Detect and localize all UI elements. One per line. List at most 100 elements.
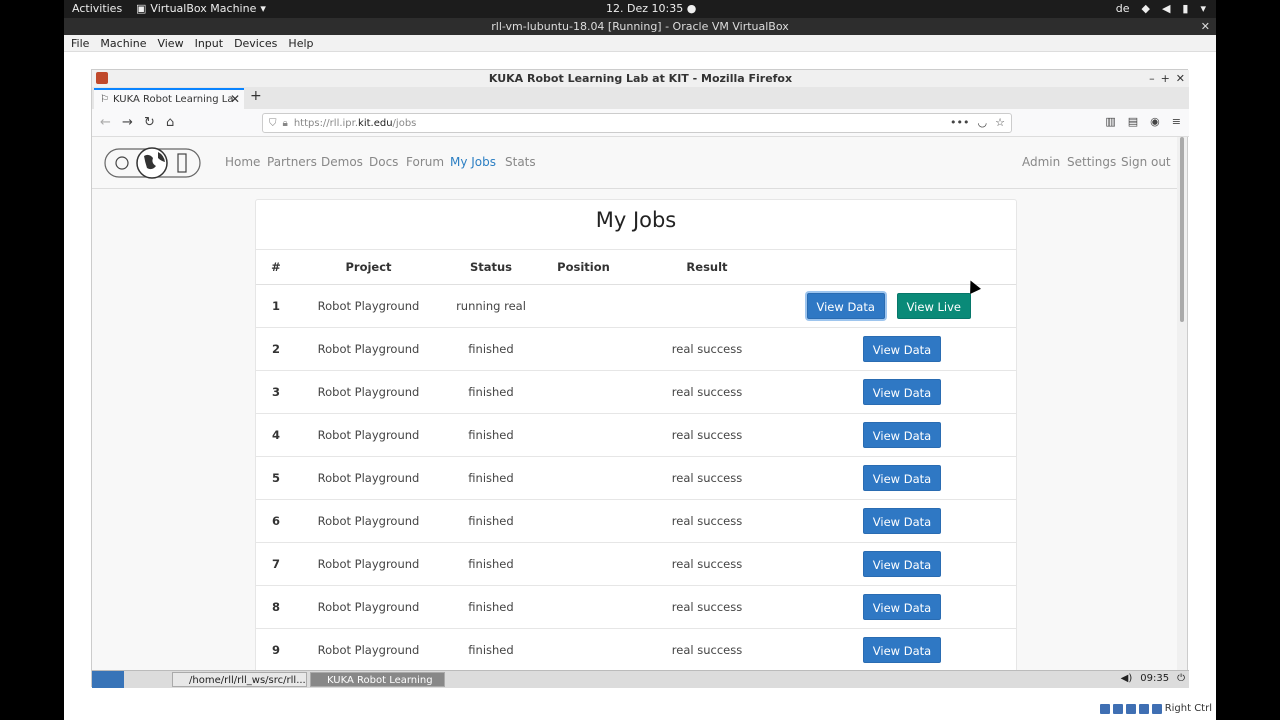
- view-data-button[interactable]: View Data: [862, 593, 942, 620]
- site-navbar: Home Partners Demos Docs Forum My Jobs S…: [92, 137, 1179, 189]
- nav-demos[interactable]: Demos: [321, 155, 363, 169]
- job-project: Robot Playground: [296, 284, 441, 328]
- view-data-button[interactable]: View Data: [862, 464, 942, 491]
- menu-help[interactable]: Help: [288, 35, 313, 51]
- job-result: real success: [626, 628, 788, 670]
- menu-machine[interactable]: Machine: [100, 35, 146, 51]
- menu-file[interactable]: File: [71, 35, 89, 51]
- close-icon[interactable]: ✕: [1201, 18, 1210, 35]
- nav-settings[interactable]: Settings: [1067, 155, 1116, 169]
- maximize-icon[interactable]: +: [1161, 70, 1170, 87]
- job-status: finished: [441, 370, 541, 414]
- nav-partners[interactable]: Partners: [267, 155, 317, 169]
- lock-icon: 🔒︎: [282, 117, 288, 129]
- job-actions: View Data: [788, 327, 1016, 371]
- job-status: finished: [441, 456, 541, 500]
- job-position: [541, 456, 626, 500]
- taskbar-item-firefox[interactable]: KUKA Robot Learning ...: [310, 672, 445, 701]
- tab-kuka[interactable]: ⚐ KUKA Robot Learning La ✕: [94, 88, 244, 109]
- pocket-icon[interactable]: ◡: [978, 116, 988, 129]
- job-project: Robot Playground: [296, 628, 441, 670]
- account-icon[interactable]: ◉: [1150, 115, 1160, 128]
- view-data-button[interactable]: View Data: [862, 378, 942, 405]
- volume-icon[interactable]: ◀): [1121, 673, 1133, 684]
- view-data-button[interactable]: View Data: [862, 421, 942, 448]
- view-data-button[interactable]: View Data: [862, 636, 942, 663]
- web-page: Home Partners Demos Docs Forum My Jobs S…: [92, 137, 1179, 670]
- nav-admin[interactable]: Admin: [1022, 155, 1060, 169]
- job-number: 2: [256, 327, 296, 371]
- usb-icon[interactable]: [1125, 703, 1136, 714]
- firefox-window-title: KUKA Robot Learning Lab at KIT - Mozilla…: [488, 72, 793, 85]
- sidebar-icon[interactable]: ▤: [1128, 115, 1138, 128]
- jobs-card: My Jobs # Project Status Position Result: [255, 199, 1017, 670]
- menu-input[interactable]: Input: [195, 35, 223, 51]
- view-data-button[interactable]: View Data: [862, 507, 942, 534]
- view-data-button[interactable]: View Data: [806, 292, 885, 319]
- vm-display[interactable]: KUKA Robot Learning Lab at KIT - Mozilla…: [64, 52, 1216, 720]
- scrollbar-thumb[interactable]: [1180, 137, 1184, 322]
- menu-icon[interactable]: ≡: [1172, 115, 1181, 128]
- app-menu[interactable]: ▣ VirtualBox Machine ▾: [136, 2, 266, 15]
- home-icon[interactable]: ⌂: [166, 115, 174, 130]
- shield-icon: ⛉: [269, 117, 277, 129]
- close-tab-icon[interactable]: ✕: [230, 92, 240, 106]
- rll-logo-icon[interactable]: [104, 146, 201, 180]
- firefox-title-bar: KUKA Robot Learning Lab at KIT - Mozilla…: [92, 70, 1189, 87]
- table-row: 1 Robot Playground running real View Data V…: [256, 284, 1016, 328]
- optical-drive-icon[interactable]: [1112, 703, 1123, 714]
- nav-stats[interactable]: Stats: [505, 155, 536, 169]
- table-row: 4 Robot Playground finished real success Vie…: [256, 413, 1016, 457]
- bookmark-star-icon[interactable]: ☆: [995, 116, 1005, 129]
- nav-sign-out[interactable]: Sign out: [1121, 155, 1171, 169]
- url-bar[interactable]: ⛉ 🔒︎ https://rll.ipr.kit.edu/jobs ••• ◡ …: [262, 113, 1012, 133]
- close-icon[interactable]: ✕: [1176, 70, 1185, 87]
- page-scrollbar[interactable]: [1177, 137, 1187, 670]
- view-live-button[interactable]: View Live: [896, 292, 971, 319]
- virtualbox-icon: ▣: [136, 2, 147, 15]
- menu-view[interactable]: View: [157, 35, 183, 51]
- system-tray[interactable]: de ◆ ◀ ▮ ▾: [1116, 2, 1206, 15]
- nav-forum[interactable]: Forum: [406, 155, 444, 169]
- job-status: finished: [441, 542, 541, 586]
- table-row: 6 Robot Playground finished real success Vie…: [256, 499, 1016, 543]
- lxde-clock[interactable]: 09:35: [1140, 673, 1169, 684]
- job-result: real success: [626, 327, 788, 371]
- nav-home[interactable]: Home: [225, 155, 260, 169]
- page-actions-icon[interactable]: •••: [950, 116, 969, 129]
- reload-icon[interactable]: ↻: [144, 115, 155, 130]
- forward-icon[interactable]: →: [122, 115, 133, 130]
- power-icon[interactable]: ⏻: [1177, 673, 1185, 684]
- hdd-icon[interactable]: [1099, 703, 1110, 714]
- back-icon[interactable]: ←: [100, 115, 111, 130]
- lxde-taskbar: /home/rll/rll_ws/src/rll... KUKA Robot L…: [92, 670, 1189, 701]
- view-data-button[interactable]: View Data: [862, 550, 942, 577]
- nav-docs[interactable]: Docs: [369, 155, 398, 169]
- job-project: Robot Playground: [296, 542, 441, 586]
- menu-devices[interactable]: Devices: [234, 35, 277, 51]
- firefox-icon: [96, 72, 108, 84]
- virtualbox-menubar: File Machine View Input Devices Help: [64, 35, 1216, 52]
- language-indicator[interactable]: de: [1116, 2, 1130, 15]
- nav-my-jobs[interactable]: My Jobs: [450, 155, 496, 169]
- job-actions: View Data: [788, 499, 1016, 543]
- shared-folder-icon[interactable]: [1151, 703, 1162, 714]
- job-number: 1: [256, 284, 296, 328]
- activities-button[interactable]: Activities: [72, 2, 122, 15]
- network-icon[interactable]: [1138, 703, 1149, 714]
- job-result: [626, 284, 788, 328]
- library-icon[interactable]: ▥: [1105, 115, 1115, 128]
- job-status: finished: [441, 585, 541, 629]
- col-project: Project: [296, 250, 441, 285]
- job-actions: View Data View Live: [788, 284, 1016, 328]
- new-tab-icon[interactable]: +: [250, 88, 262, 104]
- col-status: Status: [441, 250, 541, 285]
- minimize-icon[interactable]: –: [1149, 70, 1155, 87]
- taskbar-item-terminal[interactable]: /home/rll/rll_ws/src/rll...: [172, 672, 307, 687]
- col-number: #: [256, 250, 296, 285]
- table-row: 5 Robot Playground finished real success Vie…: [256, 456, 1016, 500]
- start-menu-icon[interactable]: [92, 671, 124, 688]
- view-data-button[interactable]: View Data: [862, 335, 942, 362]
- job-number: 6: [256, 499, 296, 543]
- clock[interactable]: 12. Dez 10:35 ●: [606, 2, 696, 15]
